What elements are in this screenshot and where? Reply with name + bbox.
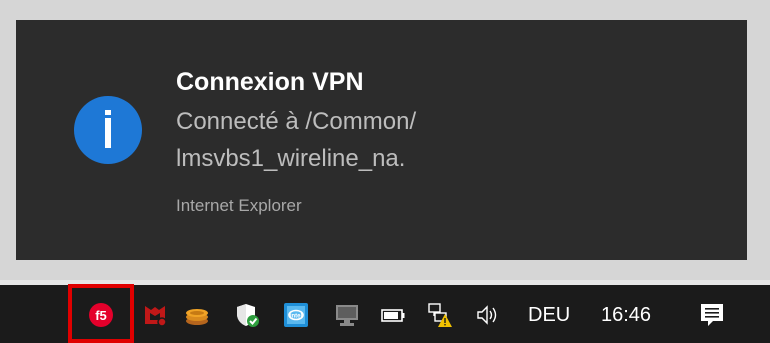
- f5-icon-highlight: [68, 284, 134, 343]
- notification-title: Connexion VPN: [176, 68, 364, 96]
- intel-graphics-icon[interactable]: intel: [283, 302, 309, 328]
- info-icon: [74, 96, 142, 164]
- action-center-icon[interactable]: [699, 302, 725, 328]
- network-warning-icon[interactable]: [427, 302, 453, 328]
- vpn-notification-toast[interactable]: Connexion VPN Connecté à /Common/ lmsvbs…: [16, 20, 747, 260]
- svg-text:intel: intel: [290, 314, 303, 320]
- notification-message-line1: Connecté à /Common/: [176, 108, 417, 135]
- notification-source: Internet Explorer: [176, 196, 302, 215]
- battery-icon[interactable]: [380, 302, 406, 328]
- language-indicator[interactable]: DEU: [528, 302, 570, 328]
- windows-security-icon[interactable]: [234, 302, 260, 328]
- monitor-icon[interactable]: [334, 302, 360, 328]
- clock[interactable]: 16:46: [601, 302, 651, 328]
- notification-message-line2: lmsvbs1_wireline_na.: [176, 145, 406, 172]
- coin-stack-icon[interactable]: [184, 302, 210, 328]
- volume-icon[interactable]: [475, 302, 501, 328]
- mcafee-icon[interactable]: [142, 302, 168, 328]
